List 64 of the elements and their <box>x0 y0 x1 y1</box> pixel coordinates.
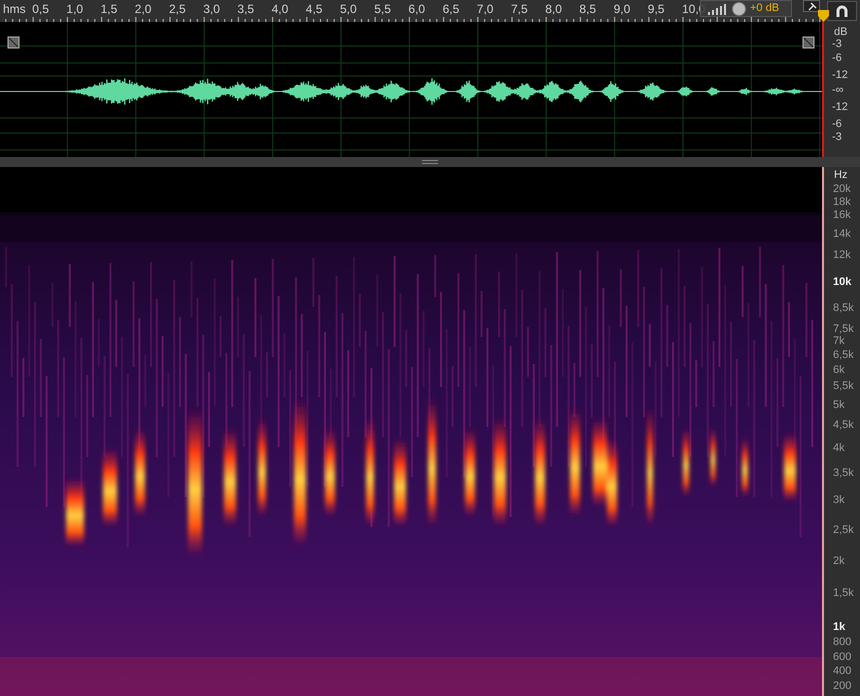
amplitude-label: -6 <box>832 119 842 130</box>
gain-knob[interactable] <box>732 2 746 16</box>
frequency-label: 6k <box>833 365 845 376</box>
pin-icon <box>806 2 816 10</box>
panel-resize-handle[interactable] <box>422 160 438 164</box>
frequency-label: 16k <box>833 210 851 221</box>
frequency-unit-label: Hz <box>834 170 848 181</box>
time-label: 2,5 <box>169 3 186 15</box>
frequency-label: 800 <box>833 637 852 648</box>
frequency-label: 3,5k <box>833 468 854 479</box>
frequency-label: 400 <box>833 666 852 677</box>
frequency-label: 12k <box>833 250 851 261</box>
time-label: 9,5 <box>648 3 664 15</box>
amplitude-label: -∞ <box>832 85 844 96</box>
frequency-label: 1,5k <box>833 588 854 599</box>
amplitude-label: -6 <box>832 53 842 64</box>
snap-button[interactable] <box>827 1 857 21</box>
fade-handle[interactable] <box>802 36 814 48</box>
time-label: 7,5 <box>511 3 528 15</box>
time-unit-label: hms <box>3 3 26 15</box>
frequency-label: 7,5k <box>833 324 854 335</box>
time-label: 6,5 <box>442 3 460 15</box>
frequency-label: 5,5k <box>833 381 854 392</box>
amplitude-label: -3 <box>832 132 842 143</box>
time-label: 8,5 <box>579 3 596 15</box>
frequency-label: 2k <box>833 556 845 567</box>
frequency-label: 6,5k <box>833 350 854 361</box>
time-label: 3,0 <box>203 3 220 15</box>
magnet-icon <box>836 4 848 18</box>
time-label: 1,0 <box>66 3 84 15</box>
frequency-label: 18k <box>833 197 851 208</box>
frequency-label: 200 <box>833 681 852 692</box>
time-label: 4,0 <box>272 3 288 15</box>
fade-handle[interactable] <box>8 36 20 48</box>
frequency-label: 20k <box>833 184 851 195</box>
frequency-label: 4,5k <box>833 420 854 431</box>
gain-value[interactable]: +0 dB <box>750 3 780 14</box>
frequency-label: 3k <box>833 495 845 506</box>
amplitude-label: -12 <box>832 102 848 113</box>
frequency-label: 1k <box>833 622 846 633</box>
time-label: 7,0 <box>476 3 494 15</box>
frequency-label: 14k <box>833 229 851 240</box>
pin-button[interactable] <box>803 0 820 12</box>
frequency-label: 8,5k <box>833 303 854 314</box>
amplitude-label: -3 <box>832 39 842 50</box>
time-label: 9,0 <box>614 3 630 15</box>
time-label: 5,5 <box>374 3 391 15</box>
frequency-label: 4k <box>833 443 845 454</box>
time-label: 6,0 <box>408 3 426 15</box>
time-label: 5,0 <box>340 3 357 15</box>
amplitude-unit-label: dB <box>834 27 848 38</box>
frequency-label: 2,5k <box>833 525 854 536</box>
playhead-marker[interactable] <box>818 10 829 22</box>
time-label: 4,5 <box>306 3 322 15</box>
frequency-label: 5k <box>833 400 845 411</box>
amplitude-label: -12 <box>832 70 848 81</box>
time-label: 2,0 <box>134 3 152 15</box>
frequency-label: 600 <box>833 652 852 663</box>
time-label: 8,0 <box>545 3 562 15</box>
time-label: 3,5 <box>237 3 254 15</box>
frequency-label: 10k <box>833 277 852 288</box>
time-label: 1,5 <box>100 3 118 15</box>
frequency-label: 7k <box>833 336 845 347</box>
time-label: 0,5 <box>32 3 49 15</box>
